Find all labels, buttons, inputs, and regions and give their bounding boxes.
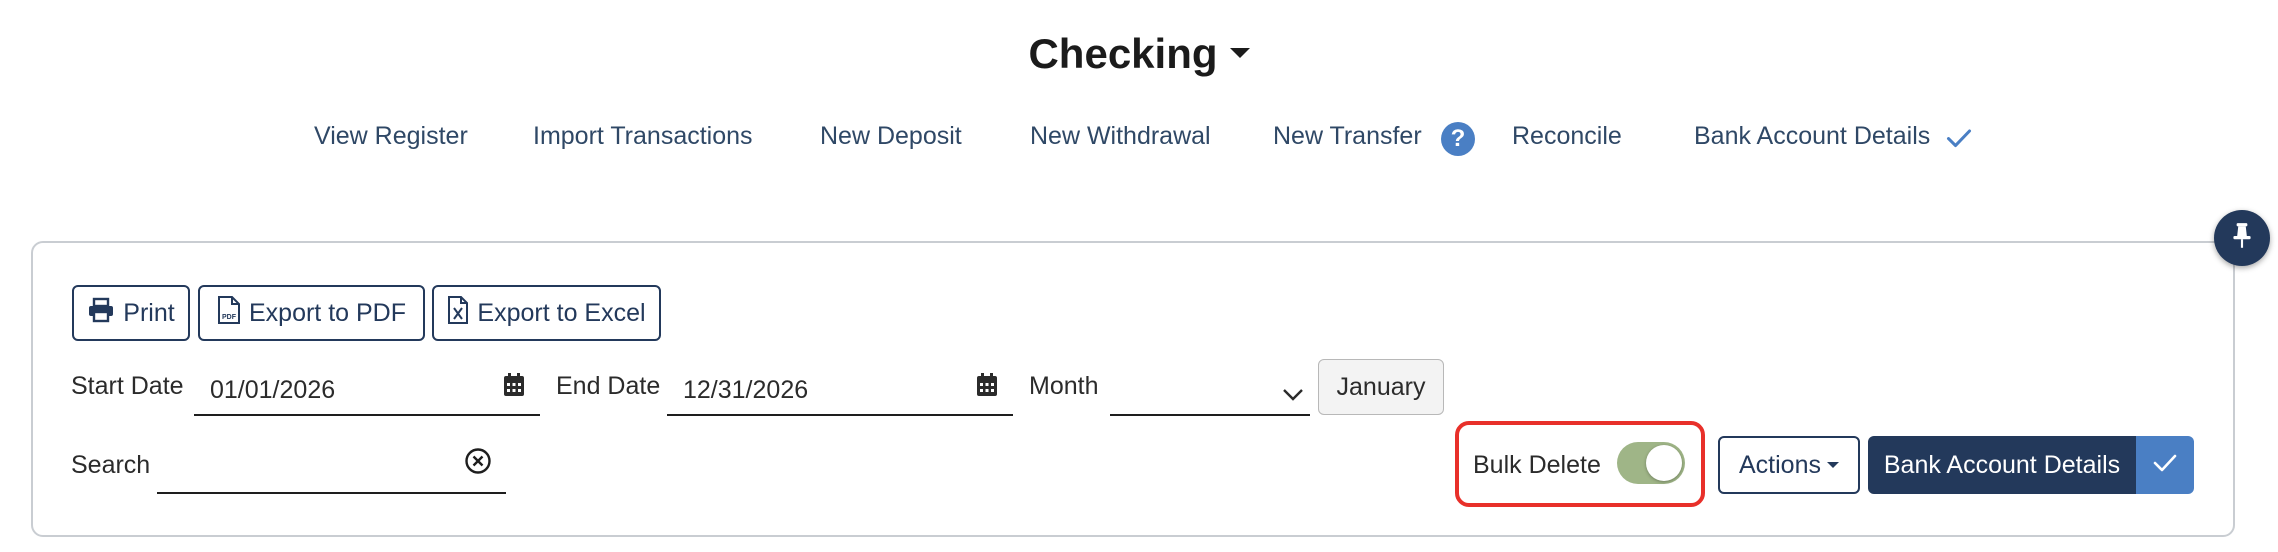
caret-down-icon (1229, 47, 1250, 58)
check-icon (2152, 451, 2178, 480)
end-date-value: 12/31/2026 (683, 376, 809, 404)
nav-reconcile[interactable]: Reconcile (1512, 122, 1622, 151)
nav-view-register[interactable]: View Register (314, 122, 468, 151)
bulk-delete-toggle[interactable] (1617, 442, 1685, 484)
export-pdf-label: Export to PDF (249, 298, 406, 327)
nav-new-transfer[interactable]: New Transfer (1273, 122, 1422, 151)
toggle-knob (1646, 445, 1682, 481)
start-date-label: Start Date (71, 372, 184, 400)
end-date-label: End Date (556, 372, 661, 400)
search-label: Search (71, 451, 151, 479)
month-select[interactable] (1110, 368, 1310, 416)
actions-label: Actions (1739, 450, 1821, 479)
actions-button[interactable]: Actions (1718, 436, 1860, 494)
export-pdf-button[interactable]: PDF Export to PDF (198, 285, 425, 341)
bank-account-details-check-button[interactable] (2136, 436, 2194, 494)
print-label: Print (123, 298, 175, 327)
clear-circle-icon[interactable] (464, 447, 492, 482)
caret-down-icon (1826, 462, 1839, 468)
month-label: Month (1029, 372, 1099, 400)
export-excel-label: Export to Excel (477, 298, 646, 327)
nav-new-withdrawal[interactable]: New Withdrawal (1030, 122, 1211, 151)
export-excel-button[interactable]: Export to Excel (432, 285, 661, 341)
svg-text:PDF: PDF (222, 314, 237, 321)
chevron-down-icon (1282, 380, 1304, 409)
nav-import-transactions[interactable]: Import Transactions (533, 122, 753, 151)
excel-file-icon (447, 295, 469, 332)
calendar-icon[interactable] (502, 372, 526, 405)
printer-icon (87, 297, 115, 330)
start-date-field[interactable]: 01/01/2026 (194, 368, 540, 416)
search-input[interactable] (157, 446, 506, 494)
month-button[interactable]: January (1318, 359, 1444, 415)
page-title: Checking (1028, 30, 1218, 77)
print-button[interactable]: Print (72, 285, 190, 341)
bank-account-details-button[interactable]: Bank Account Details (1868, 436, 2136, 494)
start-date-value: 01/01/2026 (210, 376, 336, 404)
nav-bank-account-details[interactable]: Bank Account Details (1694, 122, 1930, 151)
page-title-dropdown[interactable]: Checking (0, 30, 2278, 78)
nav-new-deposit[interactable]: New Deposit (820, 122, 962, 151)
question-icon[interactable]: ? (1441, 122, 1475, 156)
pin-icon (2229, 221, 2255, 256)
pin-button[interactable] (2214, 210, 2270, 266)
calendar-icon[interactable] (975, 372, 999, 405)
pdf-file-icon: PDF (217, 295, 241, 332)
bulk-delete-label: Bulk Delete (1473, 451, 1601, 479)
check-icon (1945, 124, 1973, 157)
end-date-field[interactable]: 12/31/2026 (667, 368, 1013, 416)
